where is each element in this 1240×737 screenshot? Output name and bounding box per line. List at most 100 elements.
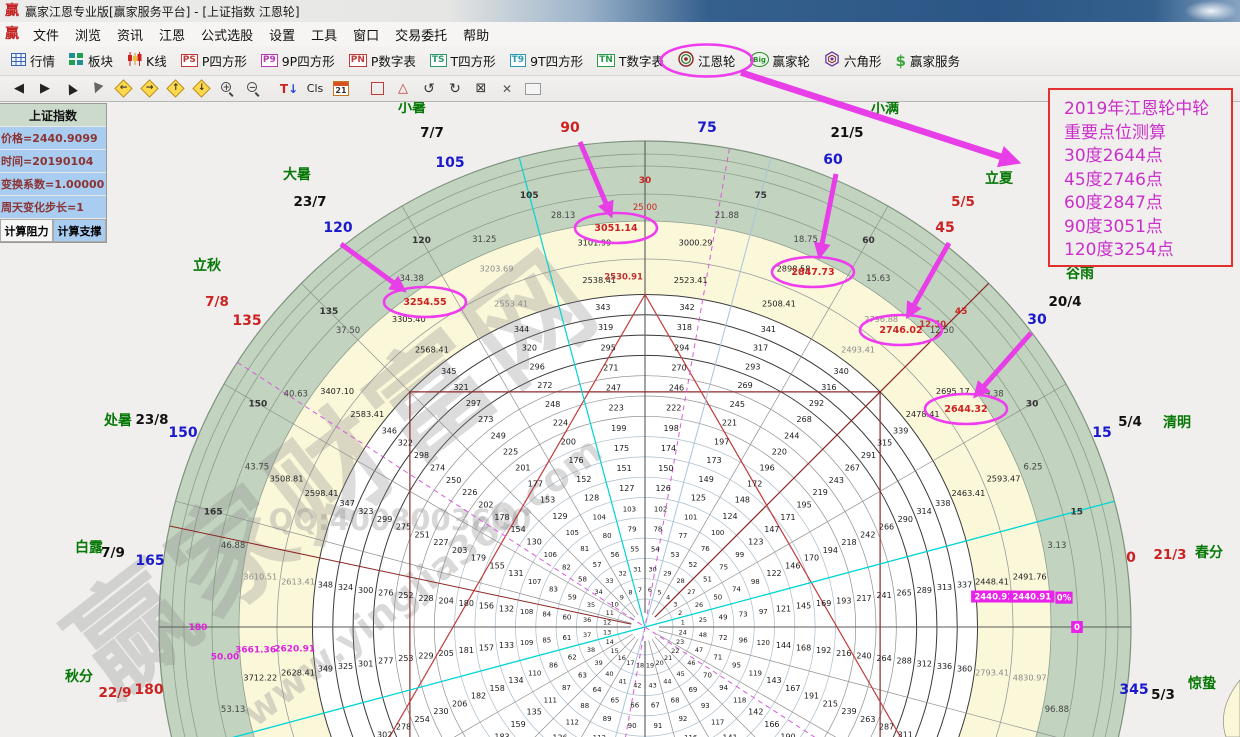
svg-text:153: 153 [540,496,555,505]
zoom-out-icon[interactable]: − [240,78,266,100]
svg-text:3: 3 [673,600,677,608]
menu-item-文件[interactable]: 文件 [25,25,67,44]
diamond-left-icon[interactable]: ← [110,78,136,100]
svg-text:3000.29: 3000.29 [679,237,713,247]
svg-text:125: 125 [691,494,706,503]
svg-text:28: 28 [676,577,684,585]
svg-text:105: 105 [566,529,579,537]
back-arrow-icon[interactable]: ◀ [6,78,32,100]
select-box-icon[interactable]: ⊠ [468,78,494,100]
svg-text:3254.55: 3254.55 [403,297,446,308]
svg-text:336: 336 [937,662,952,671]
svg-text:320: 320 [522,344,537,353]
svg-text:12.50: 12.50 [919,320,946,330]
time-shift-icon[interactable]: T↓ [276,78,302,100]
svg-text:60: 60 [823,152,843,168]
toolbar-板块[interactable]: 板块 [62,49,120,72]
diamond-right-icon[interactable]: → [136,78,162,100]
svg-text:21/3: 21/3 [1153,547,1186,563]
svg-text:204: 204 [439,596,454,605]
rotate-right-icon[interactable]: ↻ [442,78,468,100]
svg-text:惊蛰: 惊蛰 [1187,675,1216,692]
svg-text:312: 312 [917,659,932,668]
svg-text:345: 345 [1119,682,1148,698]
toolbar-T数字表[interactable]: TNT数字表 [590,49,671,72]
toolbar-label: 9T四方形 [530,51,583,70]
toolbar-K线[interactable]: K线 [120,49,174,72]
svg-text:130: 130 [527,538,542,547]
menu-item-帮助[interactable]: 帮助 [455,25,497,44]
toolbar-label: 9P四方形 [282,51,335,70]
window-titlebar: 贏 赢家江恩专业版[赢家服务平台] - [上证指数 江恩轮] [0,0,1240,23]
rotate-pointer-icon[interactable]: ▲ [58,78,84,100]
menu-item-浏览[interactable]: 浏览 [67,25,109,44]
svg-text:242: 242 [860,530,875,539]
toolbar-江恩轮[interactable]: 江恩轮 [671,49,743,72]
svg-text:278: 278 [396,723,411,732]
svg-text:109: 109 [520,639,533,647]
svg-text:180: 180 [459,599,474,608]
svg-text:68: 68 [671,696,680,704]
svg-text:30: 30 [1027,312,1047,328]
menu-item-工具[interactable]: 工具 [303,25,345,44]
zoom-in-icon[interactable]: + [214,78,240,100]
svg-text:215: 215 [823,699,838,708]
svg-text:40: 40 [605,670,613,678]
cross-tool-icon[interactable]: ✕ [494,78,520,100]
square-tool-icon[interactable] [364,78,390,100]
menu-item-窗口[interactable]: 窗口 [345,25,387,44]
svg-text:2695.17: 2695.17 [936,386,970,396]
svg-text:3407.10: 3407.10 [320,386,354,396]
easel-icon[interactable] [520,78,546,100]
svg-text:174: 174 [661,444,676,453]
svg-text:239: 239 [841,707,856,716]
svg-text:24: 24 [679,629,687,637]
svg-text:192: 192 [816,646,831,655]
svg-text:66: 66 [630,702,639,710]
svg-text:243: 243 [829,476,844,485]
coefficient-field: 变换系数=1.00000 [0,173,106,196]
calc-resistance-button[interactable]: 计算阻力 [0,219,53,242]
menu-item-公式选股[interactable]: 公式选股 [193,25,261,44]
svg-text:72: 72 [719,634,728,642]
calendar-21-icon[interactable]: 21 [328,78,354,100]
toolbar-9T四方形[interactable]: T99T四方形 [503,49,591,72]
svg-text:春分: 春分 [1194,544,1223,561]
diamond-down-icon[interactable]: ↓ [188,78,214,100]
svg-text:104: 104 [593,513,607,521]
calc-support-button[interactable]: 计算支撑 [53,219,106,242]
toolbar-行情[interactable]: 行情 [4,49,62,72]
toolbar-P四方形[interactable]: PSP四方形 [174,49,254,72]
toolbar-六角形[interactable]: 六角形 [817,49,889,72]
cls-label-icon[interactable]: Cls [302,78,328,100]
forward-arrow-icon[interactable]: ▶ [32,78,58,100]
toolbar-9P四方形[interactable]: P99P四方形 [254,49,342,72]
svg-text:3305.40: 3305.40 [392,314,426,324]
triangle-tool-icon[interactable]: △ [390,78,416,100]
svg-text:194: 194 [823,546,838,555]
toolbar-赢家轮[interactable]: Big赢家轮 [743,49,818,72]
rotate-left-icon[interactable]: ↺ [416,78,442,100]
menu-item-交易委托[interactable]: 交易委托 [387,25,455,44]
toolbar-T四方形[interactable]: TST四方形 [423,49,503,72]
svg-text:2463.41: 2463.41 [951,488,985,498]
toolbar-赢家服务[interactable]: $赢家服务 [889,49,967,72]
svg-text:61: 61 [562,634,571,642]
svg-text:71: 71 [713,654,722,662]
toolbar-P数字表[interactable]: PNP数字表 [342,49,423,72]
diamond-up-icon[interactable]: ↑ [162,78,188,100]
menu-item-设置[interactable]: 设置 [261,25,303,44]
drop-pointer-icon[interactable]: ▼ [84,78,110,100]
menu-item-江恩[interactable]: 江恩 [151,25,193,44]
svg-text:342: 342 [679,303,694,312]
blocks-icon [69,53,84,69]
menu-bar: 贏 文件浏览资讯江恩公式选股设置工具窗口交易委托帮助 [0,22,1240,47]
menu-item-资讯[interactable]: 资讯 [109,25,151,44]
svg-text:30: 30 [639,176,652,186]
svg-text:9.38: 9.38 [985,390,1004,400]
svg-text:2440.91: 2440.91 [974,593,1013,603]
svg-text:64: 64 [593,686,602,694]
svg-text:96.88: 96.88 [1045,705,1069,715]
svg-text:3101.99: 3101.99 [577,237,611,247]
svg-text:78: 78 [653,525,662,533]
